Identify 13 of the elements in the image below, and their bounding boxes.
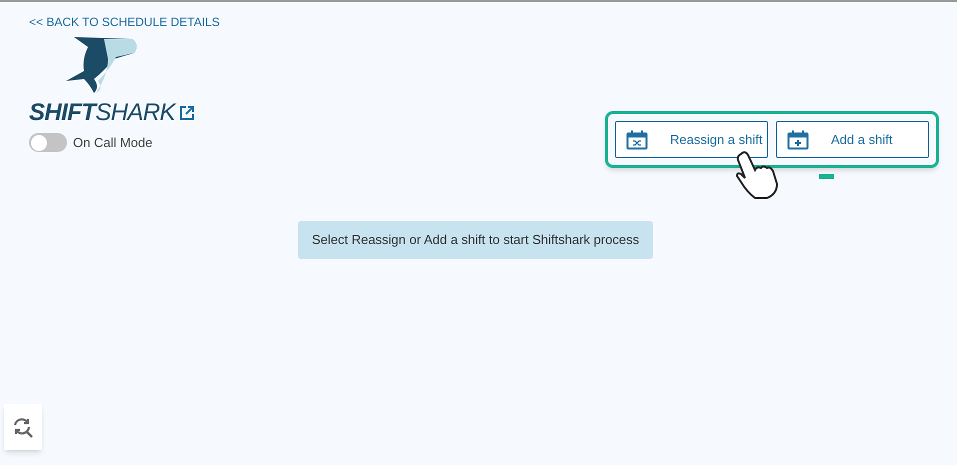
- shiftshark-logo: SHIFTSHARK: [29, 101, 176, 125]
- refresh-search-icon: [12, 416, 34, 438]
- calendar-plus-icon: [787, 130, 809, 150]
- external-link-icon[interactable]: [179, 105, 196, 121]
- back-link[interactable]: << BACK TO SCHEDULE DETAILS: [29, 13, 220, 31]
- refresh-search-button[interactable]: [4, 404, 42, 450]
- toggle-label: On Call Mode: [73, 134, 152, 152]
- action-button[interactable]: Reassign a shift: [615, 121, 768, 158]
- indicator-bar: [819, 174, 834, 179]
- on-call-toggle[interactable]: [29, 133, 67, 152]
- action-button[interactable]: Add a shift: [776, 121, 929, 158]
- calendar-shuffle-icon: [626, 130, 648, 150]
- info-message: Select Reassign or Add a shift to start Shiftshark process: [298, 221, 654, 258]
